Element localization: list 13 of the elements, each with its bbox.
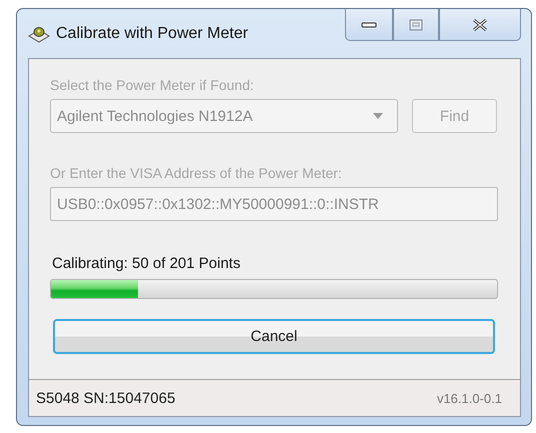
maximize-icon	[409, 18, 423, 30]
minimize-icon	[361, 22, 377, 28]
window-title: Calibrate with Power Meter	[56, 24, 248, 42]
close-button[interactable]	[439, 9, 521, 41]
cancel-button[interactable]: Cancel	[53, 319, 495, 354]
close-icon	[471, 18, 489, 32]
caret-icon	[373, 113, 383, 119]
serial-number: S5048 SN:15047065	[36, 390, 176, 406]
version-text: v16.1.0-0.1	[436, 390, 502, 406]
visa-address-label: Or Enter the VISA Address of the Power Meter:	[50, 165, 343, 181]
meter-select-label: Select the Power Meter if Found:	[50, 77, 255, 93]
minimize-button[interactable]	[345, 9, 393, 41]
progress-label: Calibrating: 50 of 201 Points	[51, 255, 242, 272]
